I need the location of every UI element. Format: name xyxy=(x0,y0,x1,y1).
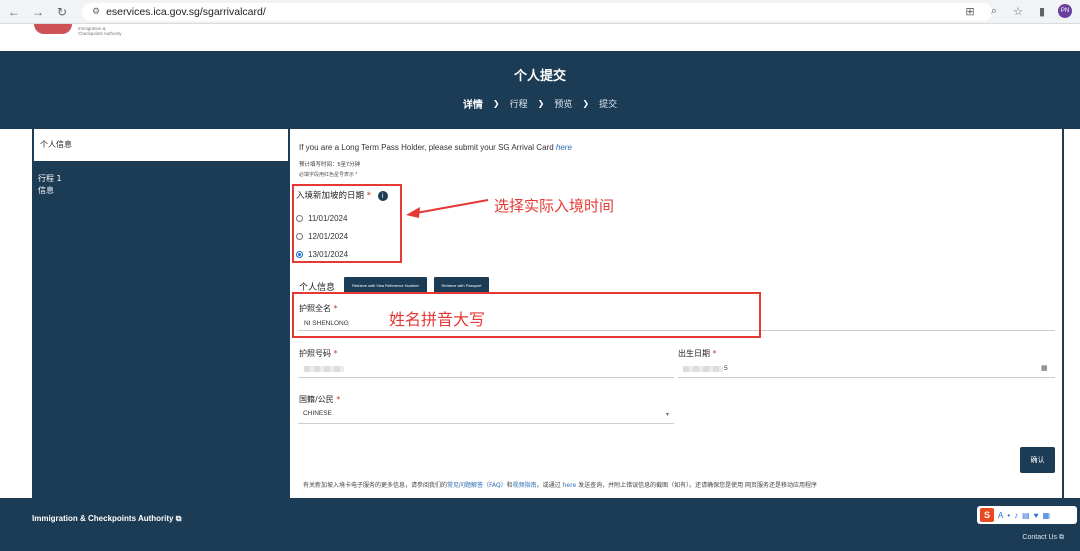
progress-steps: 详情 ❯ 行程 ❯ 预览 ❯ 提交 xyxy=(0,96,1080,111)
address-bar[interactable]: ⚙ eservices.ica.gov.sg/sgarrivalcard/ xyxy=(82,2,992,21)
authority-link[interactable]: Immigration & Checkpoints Authority ⧉ xyxy=(32,514,181,524)
sidebar-item-trip-1[interactable]: 行程 1 xyxy=(38,173,62,184)
sogou-ime-icon[interactable]: S xyxy=(980,508,994,522)
ime-punctuation-icon[interactable]: • xyxy=(1007,511,1010,520)
retrieve-passport-button[interactable]: Retrieve with Passport xyxy=(434,277,489,293)
translate-icon[interactable]: ⊞ xyxy=(962,3,978,19)
required-field-note: 必填字段用红色星号表示 * xyxy=(299,172,358,178)
chevron-right-icon: ❯ xyxy=(537,99,545,108)
chevron-right-icon: ❯ xyxy=(582,99,590,108)
bookmark-star-icon[interactable]: ☆ xyxy=(1010,3,1026,19)
date-highlight-box xyxy=(292,184,402,263)
dob-underline xyxy=(678,377,1055,378)
nationality-label: 国籍/公民 * xyxy=(299,395,341,404)
microphone-icon[interactable]: ♪ xyxy=(1014,511,1018,520)
dob-visible-digit: 5 xyxy=(724,365,728,372)
url-text: eservices.ica.gov.sg/sgarrivalcard/ xyxy=(106,5,266,18)
estimated-time-note: 预计填写时间：5至7分钟 xyxy=(299,162,361,168)
content-right-border xyxy=(1062,129,1064,498)
back-icon[interactable]: ← xyxy=(4,2,24,22)
sidebar xyxy=(32,129,290,498)
zoom-icon[interactable]: ⌕ xyxy=(986,3,1002,19)
name-highlight-box xyxy=(292,292,761,338)
step-preview: 预览 xyxy=(554,100,573,110)
dob-label: 出生日期 * xyxy=(678,349,717,358)
ime-toolbar[interactable]: S A • ♪ ▤ ♥ ▦ xyxy=(977,506,1077,524)
nationality-select[interactable]: CHINESE xyxy=(303,410,332,417)
sidebar-item-info[interactable]: 信息 xyxy=(38,185,54,196)
site-top-strip: Immigration & Checkpoints Authority xyxy=(0,24,1080,51)
reload-icon[interactable]: ↻ xyxy=(52,2,72,22)
help-text: 有关新加坡入境卡电子服务的更多信息，请参阅我们的常见问题解答（FAQ）和视频指南… xyxy=(303,482,817,489)
name-annotation: 姓名拼音大写 xyxy=(389,310,486,329)
annotation-arrow-icon xyxy=(406,199,489,218)
long-term-pass-note: If you are a Long Term Pass Holder, plea… xyxy=(299,143,572,152)
ica-logo-caption: Immigration & Checkpoints Authority xyxy=(78,26,122,36)
long-term-pass-link[interactable]: here xyxy=(556,143,572,152)
browser-toolbar: ← → ↻ ⚙ eservices.ica.gov.sg/sgarrivalca… xyxy=(0,0,1080,24)
sidebar-item-personal-info[interactable]: 个人信息 xyxy=(34,129,288,161)
step-details: 详情 xyxy=(462,100,483,111)
dob-input-redacted[interactable] xyxy=(683,366,723,372)
retrieve-visa-button[interactable]: Retrieve with Visa Reference Number xyxy=(344,277,427,293)
ime-language-icon[interactable]: A xyxy=(998,511,1003,520)
external-link-icon: ⧉ xyxy=(175,514,182,523)
page-title: 个人提交 xyxy=(513,69,566,84)
page-banner: 个人提交 详情 ❯ 行程 ❯ 预览 ❯ 提交 xyxy=(0,51,1080,129)
date-annotation: 选择实际入境时间 xyxy=(494,197,615,215)
passport-label: 护照号码 * xyxy=(299,349,338,358)
form-content: If you are a Long Term Pass Holder, plea… xyxy=(290,129,1062,498)
profile-avatar[interactable]: PN xyxy=(1058,4,1072,18)
ica-logo[interactable] xyxy=(34,24,72,34)
chevron-down-icon[interactable]: ▾ xyxy=(666,411,669,418)
faq-link[interactable]: 常见问题解答（FAQ） xyxy=(447,482,507,489)
contact-us-link[interactable]: Contact Us ⧉ xyxy=(1022,534,1064,542)
passport-underline xyxy=(298,377,674,378)
main-area: 个人信息 行程 1 信息 If you are a Long Term Pass… xyxy=(0,129,1080,498)
skin-icon[interactable]: ♥ xyxy=(1034,511,1039,520)
site-info-icon[interactable]: ⚙ xyxy=(92,6,100,17)
nationality-underline xyxy=(298,423,674,424)
external-link-icon: ⧉ xyxy=(1059,534,1064,541)
site-footer: Immigration & Checkpoints Authority ⧉ S … xyxy=(0,498,1080,551)
sidepanel-icon[interactable]: ▮ xyxy=(1034,3,1050,19)
calendar-icon[interactable]: ▦ xyxy=(1041,364,1048,372)
keyboard-icon[interactable]: ▤ xyxy=(1022,511,1030,520)
step-trip: 行程 xyxy=(509,100,528,110)
confirm-button[interactable]: 确认 xyxy=(1020,447,1055,473)
passport-input-redacted[interactable] xyxy=(304,366,344,372)
video-guide-link[interactable]: 视频指南 xyxy=(513,482,537,489)
enquiry-here-link[interactable]: here xyxy=(563,482,577,489)
step-submit: 提交 xyxy=(599,100,618,110)
chevron-right-icon: ❯ xyxy=(492,99,500,108)
toolbox-icon[interactable]: ▦ xyxy=(1042,511,1050,520)
forward-icon[interactable]: → xyxy=(28,2,48,22)
